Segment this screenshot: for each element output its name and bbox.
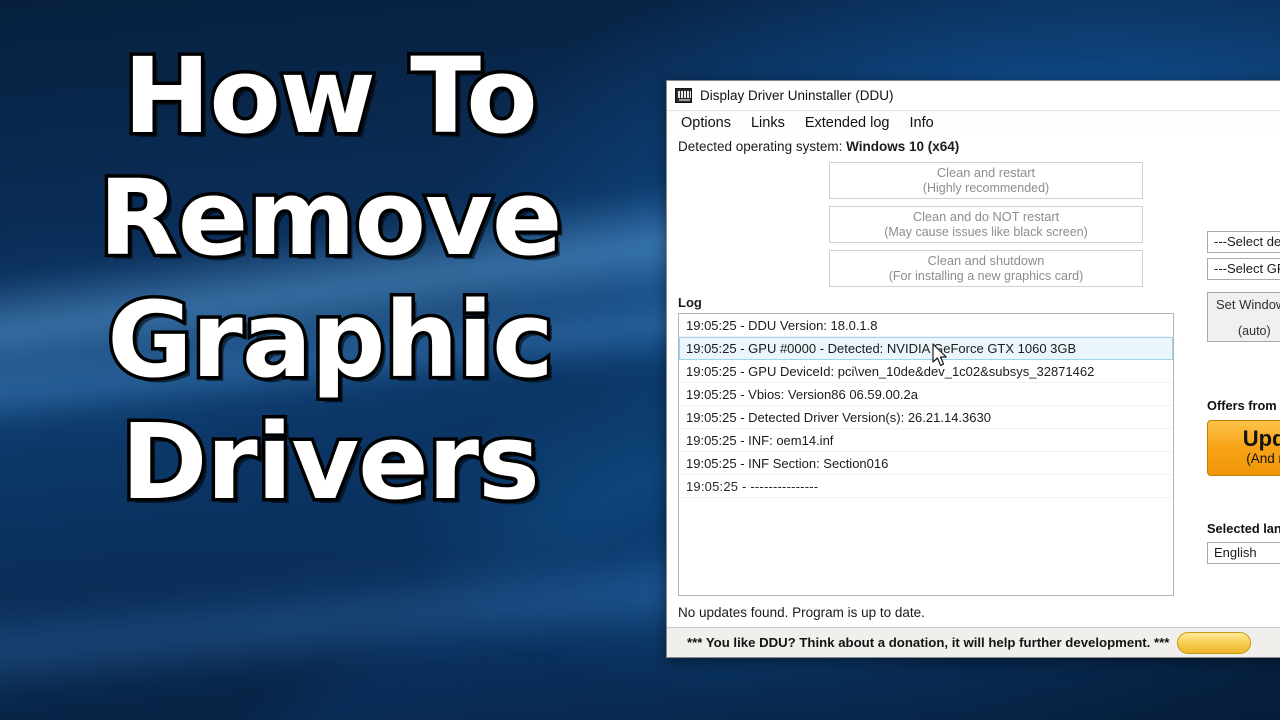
set-windows-update-label: Set Windows Update <box>1216 297 1280 312</box>
headline-line-1: How To <box>120 35 541 157</box>
menu-item-extended-log[interactable]: Extended log <box>797 114 898 132</box>
clean-no-restart-label: Clean and do NOT restart <box>912 209 1060 225</box>
log-entry[interactable]: 19:05:25 - Detected Driver Version(s): 2… <box>679 406 1173 429</box>
status-text: No updates found. Program is up to date. <box>678 605 925 620</box>
window-title: Display Driver Uninstaller (DDU) <box>700 88 894 103</box>
set-windows-update-sublabel: (auto) <box>1238 324 1271 339</box>
log-section-label: Log <box>678 295 702 310</box>
clean-and-restart-button[interactable]: Clean and restart (Highly recommended) <box>829 162 1143 199</box>
clean-and-shutdown-button[interactable]: Clean and shutdown (For installing a new… <box>829 250 1143 287</box>
menu-item-info[interactable]: Info <box>902 114 942 132</box>
menu-item-links[interactable]: Links <box>743 114 793 132</box>
device-type-select[interactable]: ---Select device type--- <box>1207 231 1280 253</box>
detected-os-value: Windows 10 (x64) <box>846 139 960 154</box>
log-list[interactable]: 19:05:25 - DDU Version: 18.0.1.8 19:05:2… <box>678 313 1174 596</box>
donate-button[interactable] <box>1177 631 1252 654</box>
clean-and-restart-sublabel: (Highly recommended) <box>922 180 1050 195</box>
gpu-select[interactable]: ---Select GPU--- <box>1207 258 1280 280</box>
donation-message: *** You like DDU? Think about a donation… <box>687 635 1170 650</box>
headline-line-4: Drivers <box>118 400 544 523</box>
log-entry[interactable]: 19:05:25 - INF Section: Section016 <box>679 452 1173 475</box>
clean-and-shutdown-sublabel: (For installing a new graphics card) <box>888 268 1084 283</box>
donation-bar: *** You like DDU? Think about a donation… <box>667 627 1280 657</box>
headline-line-2: Remove <box>95 156 566 279</box>
update-offer-title: Update <box>1242 426 1280 451</box>
log-entry[interactable]: 19:05:25 - GPU DeviceId: pci\ven_10de&de… <box>679 360 1173 383</box>
update-offer-subtitle: (And more) <box>1246 451 1280 467</box>
menubar: Options Links Extended log Info <box>667 111 1280 135</box>
language-select[interactable]: English <box>1207 542 1280 564</box>
detected-os-row: Detected operating system: Windows 10 (x… <box>667 135 1280 159</box>
clean-and-restart-label: Clean and restart <box>936 165 1036 181</box>
log-entry[interactable]: 19:05:25 - Vbios: Version86 06.59.00.2a <box>679 383 1173 406</box>
menu-item-options[interactable]: Options <box>673 114 739 132</box>
right-options-panel: ---Select device type--- ---Select GPU--… <box>1207 231 1280 564</box>
log-entry[interactable]: 19:05:25 - --------------- <box>679 475 1173 498</box>
thumbnail-headline: How To Remove Graphic Drivers <box>0 35 660 523</box>
clean-no-restart-button[interactable]: Clean and do NOT restart (May cause issu… <box>829 206 1143 243</box>
set-windows-update-button[interactable]: Set Windows Update (auto) <box>1207 292 1280 342</box>
clean-no-restart-sublabel: (May cause issues like black screen) <box>884 224 1088 239</box>
ddu-application-window: Display Driver Uninstaller (DDU) Options… <box>666 80 1280 658</box>
update-offer-button[interactable]: Update (And more) <box>1207 420 1280 476</box>
detected-os-label: Detected operating system: <box>678 139 847 154</box>
window-titlebar: Display Driver Uninstaller (DDU) <box>667 81 1280 111</box>
monitor-chip-icon <box>675 88 692 103</box>
log-entry-selected[interactable]: 19:05:25 - GPU #0000 - Detected: NVIDIA … <box>679 337 1173 360</box>
log-entry[interactable]: 19:05:25 - DDU Version: 18.0.1.8 <box>679 314 1173 337</box>
offers-label: Offers from our partners <box>1207 398 1280 413</box>
log-entry[interactable]: 19:05:25 - INF: oem14.inf <box>679 429 1173 452</box>
action-button-stack: Clean and restart (Highly recommended) C… <box>667 159 1280 287</box>
selected-language-label: Selected language <box>1207 521 1280 536</box>
clean-and-shutdown-label: Clean and shutdown <box>927 253 1045 269</box>
headline-line-3: Graphic <box>104 278 558 401</box>
